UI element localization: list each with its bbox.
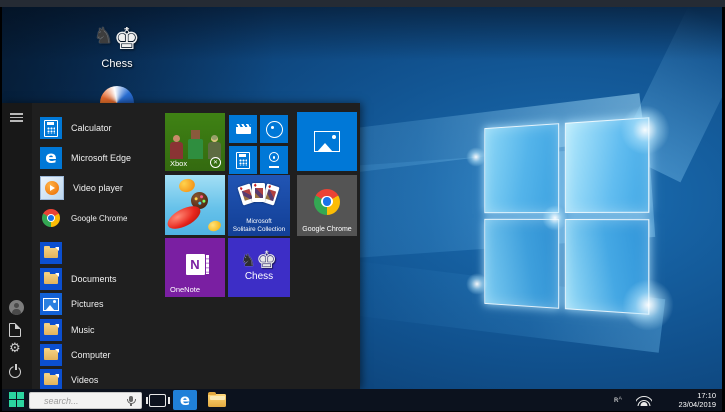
tray-date: 23/04/2019 xyxy=(678,400,716,409)
start-app-calculator[interactable]: Calculator xyxy=(40,117,165,139)
task-view-icon[interactable] xyxy=(149,394,166,407)
tray-input-indicator-icon[interactable]: ʀᴬ xyxy=(614,395,622,404)
tile-media-player[interactable] xyxy=(260,115,288,143)
tile-onenote[interactable]: N OneNote xyxy=(165,238,225,297)
wifi-icon[interactable] xyxy=(636,395,652,406)
start-app-video-player[interactable]: Video player xyxy=(40,177,165,199)
video-player-icon xyxy=(40,176,64,200)
playing-card xyxy=(252,183,265,202)
xbox-avatar xyxy=(170,142,183,159)
tray-clock[interactable]: 17:10 23/04/2019 xyxy=(678,391,716,409)
clapper-icon xyxy=(236,124,251,134)
tile-photos[interactable] xyxy=(297,112,357,171)
windows-hero-logo xyxy=(484,117,649,315)
tile-candy-crush[interactable] xyxy=(165,175,225,235)
tile-camera[interactable] xyxy=(260,146,288,174)
disc-icon xyxy=(266,121,283,138)
tray-time: 17:10 xyxy=(678,391,716,400)
window-top-strip xyxy=(0,0,725,7)
start-folder-videos[interactable]: Videos xyxy=(40,369,165,389)
chess-pieces-icon: ♞♚ xyxy=(88,22,146,57)
folder-icon xyxy=(40,369,62,389)
candy-shape xyxy=(178,177,197,194)
chrome-icon xyxy=(40,207,62,229)
folder-icon xyxy=(40,344,62,366)
start-folder-computer[interactable]: Computer xyxy=(40,344,165,366)
hamburger-menu-icon[interactable] xyxy=(10,113,23,122)
microphone-icon[interactable] xyxy=(129,396,133,402)
search-input[interactable] xyxy=(30,393,141,408)
desktop-icon-label: Chess xyxy=(88,58,146,70)
start-menu-rail: ⚙ xyxy=(2,103,32,389)
power-icon[interactable] xyxy=(9,366,21,378)
tile-calculator[interactable] xyxy=(229,146,257,174)
taskbar: e ʀᴬ 17:10 23/04/2019 xyxy=(2,389,722,411)
tile-chess[interactable]: ♞♚ Chess xyxy=(228,238,290,297)
start-app-google-chrome[interactable]: Google Chrome xyxy=(40,207,165,229)
start-menu: ⚙ Calculator e Microsoft Edge Video play… xyxy=(2,103,360,389)
tile-movies-tv[interactable] xyxy=(229,115,257,143)
folder-icon xyxy=(40,319,62,341)
start-app-microsoft-edge[interactable]: e Microsoft Edge xyxy=(40,147,165,169)
calculator-icon xyxy=(40,117,62,139)
start-folder-documents[interactable]: Documents xyxy=(40,268,165,290)
start-folder-unlabeled[interactable] xyxy=(40,242,165,264)
user-avatar-icon[interactable] xyxy=(9,300,24,315)
calculator-icon xyxy=(236,152,250,169)
tile-google-chrome[interactable]: Google Chrome xyxy=(297,175,357,236)
photos-icon xyxy=(314,131,340,152)
chrome-icon xyxy=(314,189,340,215)
pictures-icon xyxy=(40,293,62,315)
xbox-avatar xyxy=(188,139,203,159)
taskbar-file-explorer-button[interactable] xyxy=(208,394,226,407)
chess-pieces-icon: ♞♚ xyxy=(228,246,290,274)
edge-icon: e xyxy=(40,147,62,169)
onenote-icon: N xyxy=(186,254,205,275)
logo-pane xyxy=(484,219,559,309)
desktop-icon-chess[interactable]: ♞♚ Chess xyxy=(88,22,146,70)
camera-icon xyxy=(268,152,280,168)
logo-pane xyxy=(484,123,559,213)
candy-shape xyxy=(165,202,204,234)
tile-xbox[interactable]: Xbox ✕ xyxy=(165,113,225,171)
taskbar-search xyxy=(29,392,142,409)
start-folder-pictures[interactable]: Pictures xyxy=(40,293,165,315)
documents-icon[interactable] xyxy=(9,323,21,337)
xbox-sphere-icon: ✕ xyxy=(210,157,221,168)
start-folder-music[interactable]: Music xyxy=(40,319,165,341)
windows-desktop-screen: ♞♚ Chess ⚙ Calculator e Microsoft Edge V… xyxy=(0,0,725,412)
logo-pane xyxy=(565,219,649,315)
folder-icon xyxy=(40,242,62,264)
candy-shape xyxy=(207,219,223,233)
settings-gear-icon[interactable]: ⚙ xyxy=(9,342,25,358)
tile-solitaire[interactable]: MicrosoftSolitaire Collection xyxy=(228,175,290,236)
taskbar-edge-button[interactable]: e xyxy=(173,390,197,410)
folder-icon xyxy=(40,268,62,290)
light-flare xyxy=(466,147,486,167)
start-button[interactable] xyxy=(9,392,24,407)
logo-pane xyxy=(565,117,649,213)
